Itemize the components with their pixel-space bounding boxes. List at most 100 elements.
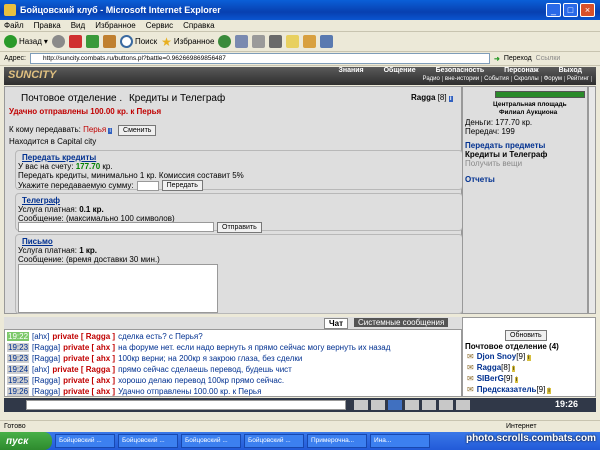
- private-message-icon[interactable]: ✉: [467, 374, 474, 383]
- links-label[interactable]: Ссылки: [536, 55, 561, 62]
- amount-input[interactable]: [136, 180, 159, 191]
- chat-private-target[interactable]: private [ Ragga ]: [52, 332, 115, 341]
- reports-link[interactable]: Отчеты: [465, 175, 495, 184]
- menu-help[interactable]: Справка: [183, 21, 214, 30]
- chat-sender[interactable]: [Ragga]: [32, 343, 60, 352]
- online-user-info-icon[interactable]: i: [547, 388, 551, 394]
- chat-sender[interactable]: [ahx]: [32, 332, 49, 341]
- clear-icon[interactable]: [371, 400, 385, 410]
- edit-icon[interactable]: [269, 35, 283, 48]
- smiles-icon[interactable]: [405, 400, 419, 410]
- address-input[interactable]: http://suncity.combats.ru/buttons.pl?bat…: [29, 53, 490, 64]
- tab-system[interactable]: Системные сообщения: [354, 318, 449, 327]
- options-icon[interactable]: [422, 400, 436, 410]
- online-user-name[interactable]: Предсказатель: [477, 385, 537, 394]
- subnav-radio[interactable]: Радио: [421, 76, 443, 82]
- menu-file[interactable]: Файл: [4, 21, 24, 30]
- print-icon[interactable]: [252, 35, 266, 48]
- menu-tools[interactable]: Сервис: [146, 21, 173, 30]
- chat-private-target[interactable]: private [ ahx ]: [63, 376, 115, 385]
- go-arrow-icon[interactable]: ➜: [494, 55, 500, 63]
- menu-favorites[interactable]: Избранное: [95, 21, 136, 30]
- stop-icon[interactable]: [68, 35, 82, 48]
- chat-time[interactable]: 19:25: [7, 376, 30, 385]
- chat-time[interactable]: 19:22: [7, 332, 30, 341]
- favorites-button[interactable]: ★ Избранное: [161, 35, 214, 49]
- transfer-button[interactable]: Передать: [161, 180, 203, 191]
- nav-communication[interactable]: Общение: [374, 67, 426, 74]
- start-button[interactable]: пуск: [0, 432, 52, 450]
- chat-sender[interactable]: [Ragga]: [32, 376, 60, 385]
- maximize-button[interactable]: □: [563, 3, 578, 17]
- research-icon[interactable]: [320, 35, 334, 48]
- online-user-name[interactable]: Ragga: [477, 363, 501, 372]
- taskbar-item[interactable]: Ина...: [370, 434, 430, 448]
- subnav-scrolls[interactable]: Скроллы: [512, 76, 542, 82]
- music-icon[interactable]: [439, 400, 453, 410]
- online-user-info-icon[interactable]: i: [514, 377, 519, 383]
- online-user-name[interactable]: Djon Snoy: [477, 352, 517, 361]
- taskbar-item[interactable]: Бойцовский ...: [181, 434, 241, 448]
- online-user-info-icon[interactable]: i: [512, 366, 516, 372]
- letter-textarea[interactable]: [18, 264, 218, 313]
- quest-icon[interactable]: [456, 400, 470, 410]
- transfer-items-link[interactable]: Передать предметы: [465, 141, 545, 150]
- taskbar-item[interactable]: Бойцовский ...: [244, 434, 304, 448]
- nav-knowledge[interactable]: Знания: [328, 67, 373, 74]
- forward-icon[interactable]: [51, 35, 65, 48]
- subnav-events[interactable]: События: [482, 76, 512, 82]
- telegraph-input[interactable]: [18, 222, 214, 232]
- location-central[interactable]: Центральная площадь: [493, 101, 567, 108]
- nav-security[interactable]: Безопасность: [426, 67, 495, 74]
- change-recipient-button[interactable]: Сменить: [118, 125, 157, 136]
- menu-view[interactable]: Вид: [71, 21, 85, 30]
- back-button[interactable]: Назад ▾: [4, 35, 48, 48]
- recipient-info-icon[interactable]: i: [108, 128, 112, 134]
- refresh-online-button[interactable]: Обновить: [505, 330, 547, 341]
- chat-sender[interactable]: [ahx]: [32, 365, 49, 374]
- chat-private-target[interactable]: private [ ahx ]: [63, 387, 115, 396]
- close-button[interactable]: ×: [580, 3, 595, 17]
- receive-items-link[interactable]: Получить вещи: [465, 159, 522, 168]
- taskbar-item[interactable]: Бойцовский ...: [118, 434, 178, 448]
- nav-exit[interactable]: Выход: [549, 67, 592, 74]
- chat-time[interactable]: 19:26: [7, 387, 30, 396]
- send-icon[interactable]: [354, 400, 368, 410]
- nav-character[interactable]: Персонаж: [494, 67, 548, 74]
- chat-time[interactable]: 19:23: [7, 354, 30, 363]
- private-message-icon[interactable]: ✉: [467, 352, 474, 361]
- filter-icon[interactable]: [388, 400, 402, 410]
- chat-time[interactable]: 19:24: [7, 365, 30, 374]
- taskbar-item[interactable]: Примерочна...: [307, 434, 367, 448]
- mail-icon[interactable]: [235, 35, 249, 48]
- online-user-name[interactable]: SIBerG: [477, 374, 504, 383]
- chat-private-target[interactable]: private [ ahx ]: [63, 354, 115, 363]
- chat-input[interactable]: [26, 400, 346, 410]
- chat-private-target[interactable]: private [ Ragga ]: [52, 365, 115, 374]
- private-message-icon[interactable]: ✉: [467, 385, 474, 394]
- messenger-icon[interactable]: [303, 35, 317, 48]
- chat-sender[interactable]: [Ragga]: [32, 354, 60, 363]
- info-icon[interactable]: i: [448, 96, 453, 102]
- chat-time[interactable]: 19:23: [7, 343, 30, 352]
- minimize-button[interactable]: _: [546, 3, 561, 17]
- refresh-icon[interactable]: [85, 35, 99, 48]
- tab-chat[interactable]: Чат: [324, 318, 348, 329]
- send-telegraph-button[interactable]: Отправить: [217, 222, 262, 233]
- chat-sender[interactable]: [Ragga]: [32, 387, 60, 396]
- go-button[interactable]: Переход: [504, 55, 532, 62]
- taskbar-item[interactable]: Бойцовский ...: [55, 434, 115, 448]
- subnav-forum[interactable]: Форум: [542, 76, 565, 82]
- menu-edit[interactable]: Правка: [34, 21, 61, 30]
- subnav-history[interactable]: вне-истории: [443, 76, 483, 82]
- vertical-scrollbar[interactable]: [588, 86, 596, 314]
- history-icon[interactable]: [218, 35, 232, 48]
- discuss-icon[interactable]: [286, 35, 300, 48]
- search-button[interactable]: Поиск: [119, 35, 157, 48]
- chat-private-target[interactable]: private [ ahx ]: [63, 343, 115, 352]
- location-auction[interactable]: Филиал Аукциона: [499, 109, 557, 116]
- private-message-icon[interactable]: ✉: [467, 363, 474, 372]
- subnav-rating[interactable]: Рейтинг: [565, 76, 592, 82]
- home-icon[interactable]: [102, 35, 116, 48]
- online-user-info-icon[interactable]: i: [527, 355, 531, 361]
